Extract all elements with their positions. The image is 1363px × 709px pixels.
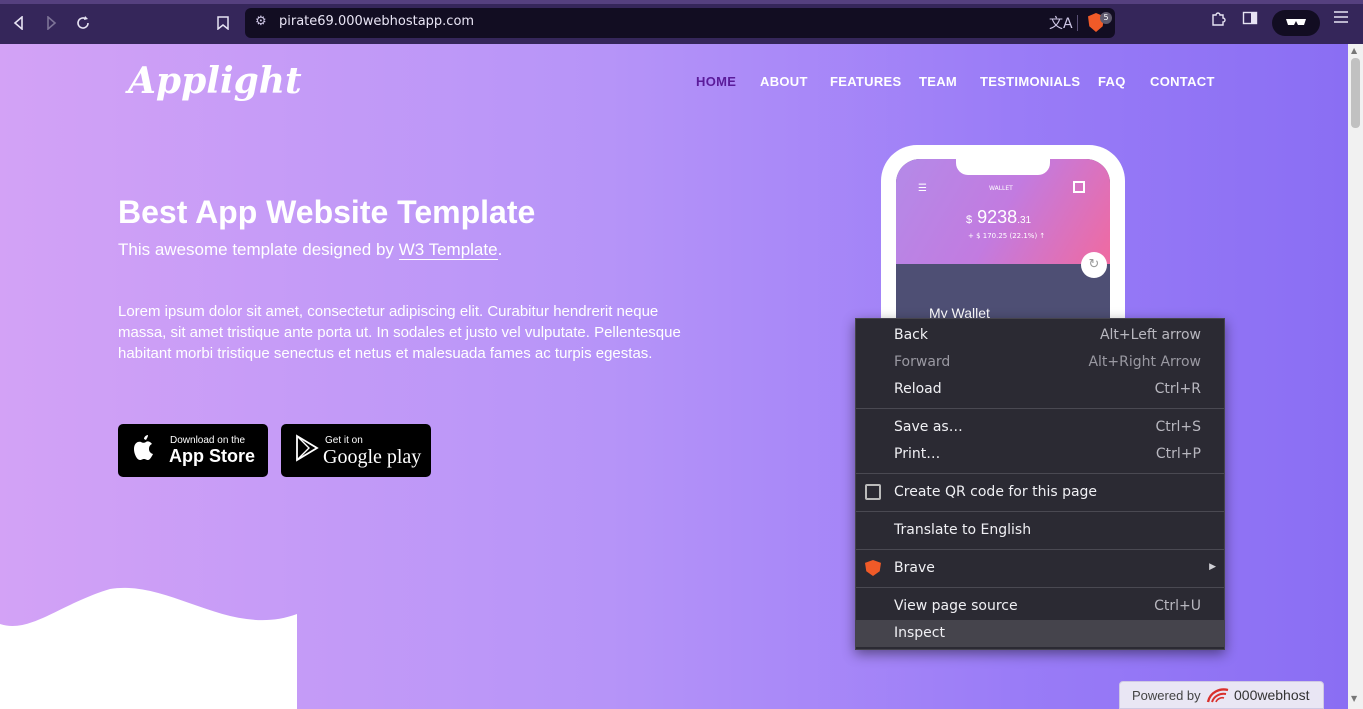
- ctx-forward[interactable]: Forward Alt+Right Arrow: [856, 349, 1224, 376]
- google-play-small-text: Get it on: [325, 435, 363, 446]
- forward-arrow-icon[interactable]: [38, 10, 64, 36]
- ctx-translate-label: Translate to English: [894, 522, 1032, 538]
- reload-icon[interactable]: [70, 10, 96, 36]
- ctx-brave[interactable]: Brave ▶: [856, 555, 1224, 582]
- hero-subtitle: This awesome template designed by W3 Tem…: [118, 240, 502, 260]
- google-play-big-text: Google play: [323, 446, 422, 468]
- puzzle-icon[interactable]: [1210, 10, 1226, 30]
- 000webhost-brand: 000webhost: [1234, 687, 1310, 703]
- ctx-view-source[interactable]: View page source Ctrl+U: [856, 593, 1224, 620]
- menu-icon: ☰: [918, 183, 927, 194]
- decorative-wave: [0, 587, 297, 709]
- page-scrollbar[interactable]: ▲ ▼: [1348, 44, 1363, 709]
- ctx-save-as-label: Save as…: [894, 419, 963, 435]
- app-store-big-text: App Store: [169, 446, 256, 466]
- url-text[interactable]: pirate69.000webhostapp.com: [279, 14, 474, 29]
- ctx-view-source-label: View page source: [894, 598, 1018, 614]
- ctx-reload-label: Reload: [894, 381, 942, 397]
- brave-lion-icon: [865, 560, 881, 576]
- ctx-inspect[interactable]: Inspect: [856, 620, 1224, 647]
- ctx-create-qr[interactable]: Create QR code for this page: [856, 479, 1224, 506]
- ctx-print-label: Print…: [894, 446, 941, 462]
- scroll-up-icon[interactable]: ▲: [1351, 46, 1357, 55]
- ctx-translate[interactable]: Translate to English: [856, 517, 1224, 544]
- phone-mockup: ☰ WALLET $ 9238.31 + $ 170.25 (22.1%) ↑ …: [881, 145, 1125, 349]
- ctx-create-qr-label: Create QR code for this page: [894, 484, 1098, 500]
- ctx-separator: [856, 549, 1224, 550]
- subtitle-prefix: This awesome template designed by: [118, 240, 399, 259]
- nav-testimonials[interactable]: TESTIMONIALS: [980, 74, 1080, 89]
- ctx-brave-label: Brave: [894, 560, 935, 576]
- hero-title: Best App Website Template: [118, 194, 536, 230]
- 000webhost-logo-icon: [1206, 686, 1230, 704]
- ctx-back-shortcut: Alt+Left arrow: [1099, 327, 1201, 343]
- wallet-delta: + $ 170.25 (22.1%) ↑: [968, 232, 1046, 240]
- ctx-separator: [856, 473, 1224, 474]
- nav-contact[interactable]: CONTACT: [1150, 74, 1215, 89]
- nav-team[interactable]: TEAM: [919, 74, 957, 89]
- address-bar[interactable]: ⚙ pirate69.000webhostapp.com 文A 5: [245, 8, 1115, 38]
- ctx-print[interactable]: Print… Ctrl+P: [856, 441, 1224, 468]
- shield-count-badge: 5: [1100, 12, 1112, 24]
- hero-description: Lorem ipsum dolor sit amet, consectetur …: [118, 303, 681, 362]
- ctx-forward-shortcut: Alt+Right Arrow: [1088, 354, 1201, 370]
- qr-code-icon: [865, 484, 881, 500]
- ctx-back[interactable]: Back Alt+Left arrow: [856, 322, 1224, 349]
- translate-icon[interactable]: 文A: [1049, 13, 1073, 33]
- ctx-separator: [856, 587, 1224, 588]
- scrollbar-thumb[interactable]: [1351, 58, 1360, 128]
- ctx-save-as[interactable]: Save as… Ctrl+S: [856, 414, 1224, 441]
- apple-icon: [132, 434, 156, 469]
- ctx-separator: [856, 408, 1224, 409]
- ctx-print-shortcut: Ctrl+P: [1155, 446, 1201, 462]
- sunglasses-icon[interactable]: [1272, 10, 1320, 36]
- browser-toolbar: ⚙ pirate69.000webhostapp.com 文A 5: [0, 0, 1363, 44]
- submenu-arrow-icon: ▶: [1209, 562, 1216, 572]
- w3-template-link[interactable]: W3 Template: [398, 240, 498, 260]
- sidebar-icon[interactable]: [1242, 10, 1258, 30]
- ctx-back-label: Back: [894, 327, 928, 343]
- ctx-reload[interactable]: Reload Ctrl+R: [856, 376, 1224, 403]
- phone-notch: [956, 159, 1050, 175]
- nav-about[interactable]: ABOUT: [760, 74, 808, 89]
- ctx-separator: [856, 511, 1224, 512]
- subtitle-suffix: .: [497, 240, 503, 259]
- app-store-small-text: Download on the: [170, 435, 246, 446]
- bookmark-icon[interactable]: [210, 10, 236, 36]
- google-play-button[interactable]: Get it on Google play: [281, 424, 431, 477]
- ctx-reload-shortcut: Ctrl+R: [1154, 381, 1201, 397]
- back-arrow-icon[interactable]: [6, 10, 32, 36]
- scroll-down-icon[interactable]: ▼: [1351, 694, 1357, 703]
- ctx-save-as-shortcut: Ctrl+S: [1155, 419, 1201, 435]
- ctx-inspect-label: Inspect: [894, 625, 945, 641]
- wallet-label: WALLET: [989, 185, 1013, 192]
- powered-by-badge[interactable]: Powered by 000webhost: [1119, 681, 1324, 709]
- nav-faq[interactable]: FAQ: [1098, 74, 1126, 89]
- context-menu: Back Alt+Left arrow Forward Alt+Right Ar…: [855, 318, 1225, 650]
- app-store-button[interactable]: Download on the App Store: [118, 424, 268, 477]
- powered-by-text: Powered by: [1132, 688, 1201, 703]
- site-logo[interactable]: Applight: [128, 60, 302, 102]
- divider: [1077, 15, 1078, 31]
- ctx-forward-label: Forward: [894, 354, 951, 370]
- nav-home[interactable]: HOME: [696, 74, 736, 89]
- site-settings-icon[interactable]: ⚙: [255, 14, 267, 29]
- refresh-icon: ↻: [1081, 252, 1107, 278]
- hamburger-icon[interactable]: [1333, 10, 1349, 28]
- qr-icon: [1073, 181, 1085, 193]
- wallet-amount: $ 9238.31: [966, 207, 1032, 227]
- nav-features[interactable]: FEATURES: [830, 74, 902, 89]
- ctx-view-source-shortcut: Ctrl+U: [1154, 598, 1201, 614]
- google-play-icon: [295, 434, 319, 469]
